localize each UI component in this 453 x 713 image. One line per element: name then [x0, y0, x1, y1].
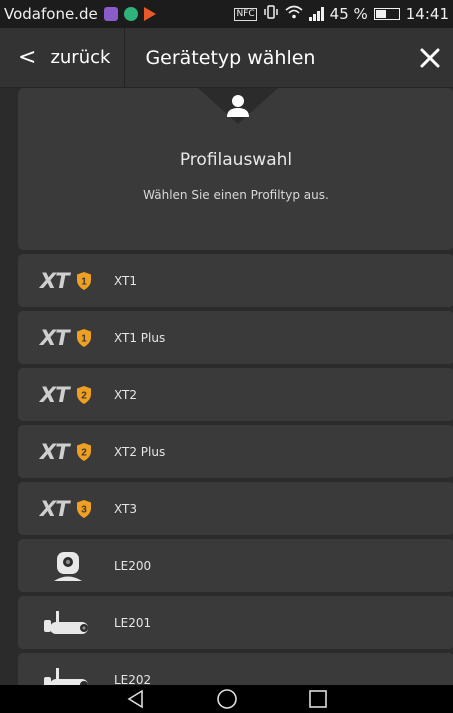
outdoor-camera-icon — [44, 667, 88, 685]
close-icon — [420, 48, 440, 67]
app-header: < zurück Gerätetyp wählen — [0, 28, 453, 88]
list-item-xt1-plus[interactable]: XT 1 XT1 Plus — [18, 311, 453, 364]
device-label: XT2 — [114, 387, 137, 402]
battery-icon — [373, 8, 400, 20]
list-item-xt1[interactable]: XT 1 XT1 — [18, 254, 453, 307]
list-item-le202[interactable]: LE202 — [18, 653, 453, 685]
indoor-camera-icon — [54, 551, 82, 581]
xt-logo-text: XT — [40, 496, 69, 521]
xt-logo: XT 2 — [18, 440, 114, 464]
xt-shield-1-icon: 1 — [76, 271, 91, 290]
xt-shield-2-icon: 2 — [76, 442, 91, 461]
device-label: XT2 Plus — [114, 444, 166, 459]
status-bar: Vodafone.de NFC 45 % 14:41 — [0, 0, 453, 28]
home-circle-icon — [216, 689, 237, 709]
back-button[interactable]: < zurück — [0, 28, 126, 87]
close-button[interactable] — [407, 28, 453, 87]
outdoor-camera-icon — [44, 610, 88, 634]
profile-title: Profilauswahl — [179, 150, 293, 170]
xt-shield-3-icon: 3 — [76, 499, 91, 518]
home-nav-button[interactable] — [214, 688, 240, 710]
gallery-icon — [103, 7, 118, 21]
device-image — [18, 548, 114, 584]
xt-logo: XT 2 — [18, 383, 114, 407]
xt-logo-text: XT — [40, 268, 69, 293]
signal-icon — [308, 7, 324, 21]
svg-text:2: 2 — [81, 390, 87, 401]
back-triangle-icon — [126, 689, 143, 709]
chevron-left-icon: < — [18, 45, 37, 70]
list-item-xt2[interactable]: XT 2 XT2 — [18, 368, 453, 421]
system-nav-bar — [0, 685, 453, 713]
status-indicators: NFC 45 % 14:41 — [234, 5, 449, 23]
device-label: XT1 Plus — [114, 330, 166, 345]
xt-shield-1-icon: 1 — [76, 328, 91, 347]
back-label: zurück — [50, 47, 111, 68]
device-image — [18, 662, 114, 685]
list-item-xt3[interactable]: XT 3 XT3 — [18, 482, 453, 535]
device-label: XT1 — [114, 273, 137, 288]
page-title: Gerätetyp wählen — [145, 46, 316, 69]
list-item-xt2-plus[interactable]: XT 2 XT2 Plus — [18, 425, 453, 478]
xt-logo: XT 1 — [18, 269, 114, 293]
play-store-icon — [143, 7, 156, 21]
device-image — [18, 605, 114, 641]
chat-icon — [123, 7, 138, 21]
svg-text:3: 3 — [81, 504, 87, 515]
svg-text:2: 2 — [81, 447, 87, 458]
content-area[interactable]: Profilauswahl Wählen Sie einen Profiltyp… — [0, 88, 453, 685]
recents-nav-button[interactable] — [305, 688, 331, 710]
back-nav-button[interactable] — [123, 688, 149, 710]
xt-logo-text: XT — [40, 382, 69, 407]
svg-text:1: 1 — [81, 333, 87, 344]
xt-logo: XT 1 — [18, 326, 114, 350]
xt-logo: XT 3 — [18, 497, 114, 521]
person-icon — [227, 95, 249, 117]
xt-logo-text: XT — [40, 325, 69, 350]
profile-card: Profilauswahl Wählen Sie einen Profiltyp… — [18, 88, 453, 250]
profile-subtitle: Wählen Sie einen Profiltyp aus. — [143, 188, 329, 202]
xt-shield-2-icon: 2 — [76, 385, 91, 404]
vibrate-icon — [263, 5, 279, 23]
recents-square-icon — [308, 690, 327, 708]
device-label: LE200 — [114, 558, 152, 573]
list-item-le200[interactable]: LE200 — [18, 539, 453, 592]
list-item-le201[interactable]: LE201 — [18, 596, 453, 649]
svg-text:1: 1 — [81, 276, 87, 287]
battery-percent: 45 % — [329, 5, 368, 23]
wifi-icon — [285, 5, 303, 23]
carrier-name: Vodafone.de — [4, 5, 98, 23]
xt-logo-text: XT — [40, 439, 69, 464]
device-list: XT 1 XT1 XT 1 XT1 Plus XT 2 XT2 XT 2 XT2… — [18, 254, 453, 685]
clock: 14:41 — [405, 5, 449, 23]
device-label: LE202 — [114, 672, 152, 686]
device-label: XT3 — [114, 501, 137, 516]
nfc-icon: NFC — [234, 7, 257, 21]
device-label: LE201 — [114, 615, 152, 630]
